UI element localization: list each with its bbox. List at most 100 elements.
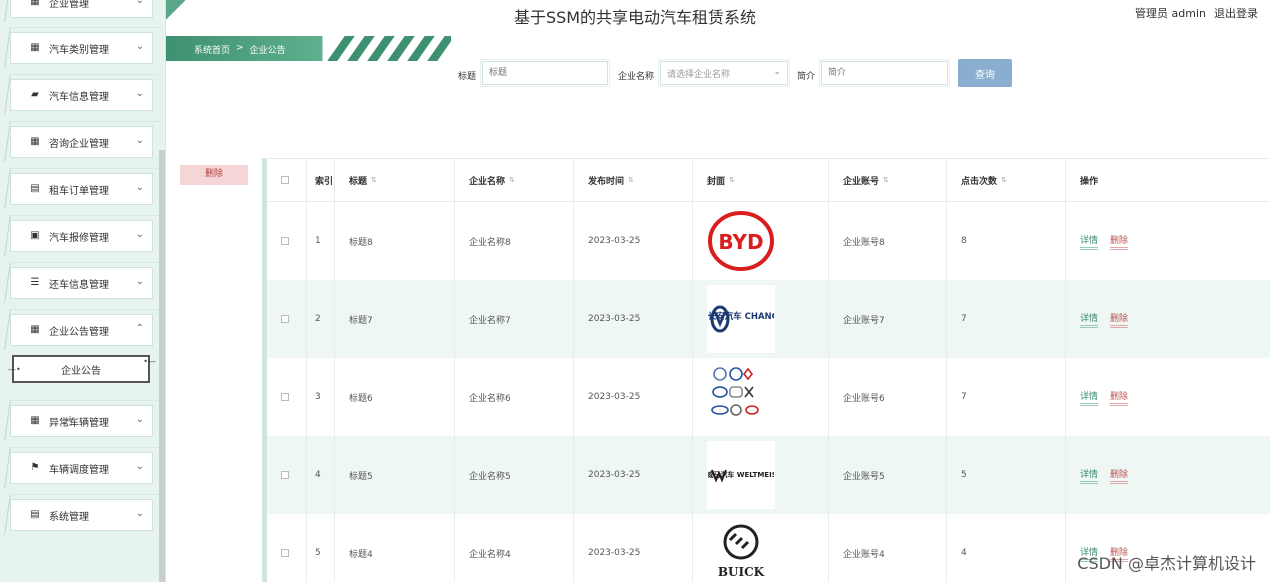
search-button[interactable]: 查询 <box>958 59 1012 87</box>
row-checkbox[interactable] <box>281 549 289 557</box>
flag-icon: ⚑ <box>30 462 40 473</box>
select-all-checkbox[interactable] <box>281 176 289 184</box>
cell-cover <box>693 358 829 436</box>
row-checkbox-cell <box>267 436 307 514</box>
cell-corp: 企业名称4 <box>455 514 574 582</box>
delete-link[interactable]: 删除 <box>1110 233 1129 250</box>
byd-logo-text: BYD <box>718 230 763 254</box>
sort-icon[interactable]: ⇅ <box>1001 176 1007 184</box>
header-date[interactable]: 发布时间 ⇅ <box>574 159 693 201</box>
page-title: 基于SSM的共享电动汽车租赁系统 <box>513 8 757 27</box>
batch-delete-button[interactable]: 删除 <box>180 165 248 185</box>
table-row: 2 标题7 企业名称7 2023-03-25 长安汽车 CHANGAN 企业账号… <box>267 280 1270 358</box>
chevron-down-icon: ⌄ <box>135 41 144 52</box>
sidebar-item-label: 企业公告管理 <box>49 326 109 338</box>
sidebar-item-consult-corp[interactable]: ▦ 咨询企业管理 ⌄ <box>10 126 153 158</box>
sort-icon[interactable]: ⇅ <box>509 176 515 184</box>
weltmeister-logo: 威马汽车 WELTMEISTER <box>708 469 774 483</box>
sidebar-item-car-info[interactable]: ▰ 汽车信息管理 ⌄ <box>10 79 153 111</box>
cell-title: 标题8 <box>335 202 455 280</box>
header-clicks-text: 点击次数 <box>961 176 998 187</box>
sort-icon[interactable]: ⇅ <box>371 176 377 184</box>
row-checkbox[interactable] <box>281 315 289 323</box>
sort-icon[interactable]: ⇅ <box>883 176 889 184</box>
row-checkbox[interactable] <box>281 393 289 401</box>
clipboard-check-icon: ▣ <box>30 230 40 241</box>
logout-link[interactable]: 退出登录 <box>1214 5 1258 21</box>
cell-corp: 企业名称6 <box>455 358 574 436</box>
cell-cover: 长安汽车 CHANGAN <box>693 280 829 358</box>
row-checkbox[interactable] <box>281 471 289 479</box>
breadcrumb-current: 企业公告 <box>249 46 286 56</box>
sidebar-item-label: 车辆调度管理 <box>49 464 109 476</box>
sort-icon[interactable]: ⇅ <box>729 176 735 184</box>
cover-image-car-logos <box>707 363 775 431</box>
watermark: CSDN @卓杰计算机设计 <box>1077 554 1256 573</box>
user-bar: 管理员 admin 退出登录 <box>1135 5 1258 21</box>
cell-cover: BUICK <box>693 514 829 582</box>
breadcrumb-home[interactable]: 系统首页 <box>194 43 230 56</box>
header-cover[interactable]: 封面 ⇅ <box>693 159 829 201</box>
detail-link[interactable]: 详情 <box>1080 467 1099 484</box>
cell-corp: 企业名称7 <box>455 280 574 358</box>
detail-link[interactable]: 详情 <box>1080 389 1099 406</box>
cell-index: 1 <box>307 202 335 280</box>
cell-ops: 详情 删除 <box>1066 436 1270 514</box>
sidebar-item-label: 异常车辆管理 <box>49 417 109 429</box>
chevron-down-icon: ⌄ <box>135 276 144 287</box>
sidebar-item-system[interactable]: ▤ 系统管理 ⌄ <box>10 499 153 531</box>
sidebar-item-car-category[interactable]: ▦ 汽车类别管理 ⌄ <box>10 32 153 64</box>
sidebar-item-repair[interactable]: ▣ 汽车报修管理 ⌄ <box>10 220 153 252</box>
car-icon: ▰ <box>31 89 39 100</box>
header-clicks[interactable]: 点击次数 ⇅ <box>947 159 1066 201</box>
sidebar-item-announcement[interactable]: ▦ 企业公告管理 ⌃ <box>10 314 153 346</box>
cover-image-buick: BUICK <box>707 519 775 582</box>
intro-search-input[interactable] <box>819 59 950 87</box>
sidebar-item-rental-order[interactable]: ▤ 租车订单管理 ⌄ <box>10 173 153 205</box>
delete-link[interactable]: 删除 <box>1110 467 1129 484</box>
sort-icon[interactable]: ⇅ <box>628 176 634 184</box>
car-brands-logo-grid <box>711 367 759 416</box>
detail-link[interactable]: 详情 <box>1080 233 1099 250</box>
chevron-down-icon: ⌄ <box>135 414 144 425</box>
row-checkbox-cell <box>267 280 307 358</box>
intro-search-label: 简介 <box>797 72 816 82</box>
row-checkbox[interactable] <box>281 237 289 245</box>
corp-select[interactable]: 请选择企业名称 ⌄ <box>658 59 790 87</box>
delete-link[interactable]: 删除 <box>1110 389 1129 406</box>
weltmeister-logo-text: 威马汽车 WELTMEISTER <box>708 470 774 479</box>
delete-link[interactable]: 删除 <box>1110 311 1129 328</box>
header-index: 索引 <box>307 159 335 201</box>
corner-decoration <box>166 0 186 20</box>
title-search-input[interactable] <box>480 59 610 87</box>
grid-icon: ▦ <box>30 415 40 426</box>
breadcrumb-banner: 系统首页 > 企业公告 <box>166 36 451 61</box>
header-ops: 操作 <box>1080 176 1099 187</box>
sidebar-item-label: 汽车信息管理 <box>49 91 109 103</box>
chevron-down-icon: ⌄ <box>135 135 144 146</box>
sidebar-item-dispatch[interactable]: ⚑ 车辆调度管理 ⌄ <box>10 452 153 484</box>
sidebar-item-corp[interactable]: ▦ 企业管理 ⌄ <box>10 0 153 18</box>
cell-title: 标题5 <box>335 436 455 514</box>
chevron-down-icon: ⌄ <box>135 88 144 99</box>
user-label: 管理员 admin <box>1135 7 1206 20</box>
cell-title: 标题4 <box>335 514 455 582</box>
header-account-text: 企业账号 <box>843 176 880 187</box>
header-account[interactable]: 企业账号 ⇅ <box>829 159 947 201</box>
table-header-row: 索引 标题 ⇅ 企业名称 ⇅ 发布时间 ⇅ 封面 ⇅ 企业账号 ⇅ 点击次数 ⇅ 操作 <box>267 159 1270 202</box>
sidebar-item-abnormal[interactable]: ▦ 异常车辆管理 ⌄ <box>10 405 153 437</box>
detail-link[interactable]: 详情 <box>1080 311 1099 328</box>
cell-title: 标题6 <box>335 358 455 436</box>
submenu-item-label: 企业公告 <box>61 365 101 377</box>
cover-image-byd: BYD <box>707 207 775 275</box>
app-root: ▦ 企业管理 ⌄ ▦ 汽车类别管理 ⌄ ▰ 汽车信息管理 ⌄ ▦ 咨询企业管理 … <box>0 0 1270 582</box>
submenu-item-announcement[interactable]: 企业公告 <box>8 355 156 383</box>
cell-clicks: 4 <box>947 514 1066 582</box>
header-title[interactable]: 标题 ⇅ <box>335 159 455 201</box>
cell-date: 2023-03-25 <box>574 280 693 358</box>
grid-icon: ▦ <box>30 136 40 147</box>
sidebar-item-return[interactable]: ☰ 还车信息管理 ⌄ <box>10 267 153 299</box>
cell-ops: 详情 删除 <box>1066 358 1270 436</box>
hand-cursor-icon: ☝ <box>64 414 73 430</box>
header-corp[interactable]: 企业名称 ⇅ <box>455 159 574 201</box>
